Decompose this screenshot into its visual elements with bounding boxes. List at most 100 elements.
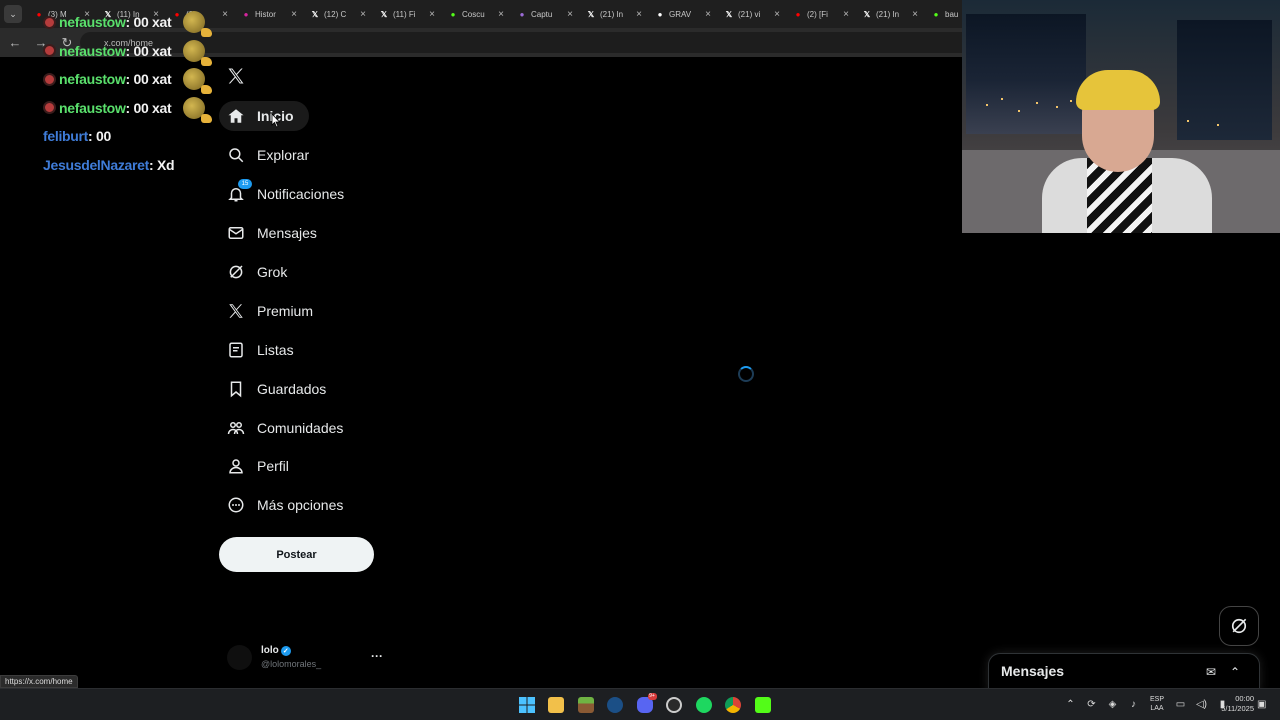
browser-tab[interactable]: 𝕏 (12) C × bbox=[306, 3, 375, 25]
sidebar-item-listas[interactable]: Listas bbox=[219, 330, 379, 369]
x-icon bbox=[227, 302, 245, 320]
close-tab-icon[interactable]: × bbox=[840, 9, 852, 20]
sidebar-item-label: Mensajes bbox=[257, 225, 317, 242]
browser-tab[interactable]: 𝕏 (21) vi × bbox=[720, 3, 789, 25]
obs-icon bbox=[666, 697, 683, 713]
home-icon bbox=[227, 107, 245, 125]
browser-tab-label: Coscu bbox=[462, 9, 485, 19]
sidebar-item-label: Guardados bbox=[257, 380, 327, 397]
chevron-up-icon[interactable]: ⌃ bbox=[1060, 699, 1081, 710]
chat-username: JesusdelNazaret bbox=[43, 156, 150, 173]
messages-drawer[interactable]: Mensajes ✉ ⌃ bbox=[988, 653, 1260, 693]
browser-tab[interactable]: ● GRAV × bbox=[651, 3, 720, 25]
stream-chat-overlay: nefaustow: 00 xat nefaustow: 00 xat nefaus… bbox=[43, 8, 243, 179]
spotify-icon bbox=[695, 697, 712, 713]
browser-tab-label: (21) In bbox=[876, 9, 900, 19]
tab-search-button[interactable]: ⌄ bbox=[4, 5, 22, 23]
x-logo-icon[interactable] bbox=[226, 66, 246, 86]
browser-tab[interactable]: ● Coscu × bbox=[444, 3, 513, 25]
close-tab-icon[interactable]: × bbox=[771, 9, 783, 20]
chat-username: nefaustow bbox=[59, 42, 126, 59]
sidebar-item-label: Más opciones bbox=[257, 497, 344, 514]
sidebar-item-label: Comunidades bbox=[257, 419, 344, 436]
mail-icon bbox=[227, 224, 245, 242]
close-tab-icon[interactable]: × bbox=[288, 9, 300, 20]
file-explorer-button[interactable] bbox=[542, 693, 572, 717]
sidebar-item-mensajes[interactable]: Mensajes bbox=[219, 214, 379, 253]
sidebar-item-grok[interactable]: Grok bbox=[219, 253, 379, 292]
spotify-button[interactable] bbox=[689, 693, 719, 717]
more-icon[interactable]: ··· bbox=[371, 649, 383, 663]
network-icon[interactable]: ▭ bbox=[1170, 699, 1191, 710]
bell-icon: 15 bbox=[227, 179, 252, 203]
grass-block-icon bbox=[577, 697, 594, 713]
language-indicator[interactable]: ESP LAA bbox=[1144, 695, 1170, 713]
back-button[interactable]: ← bbox=[4, 32, 26, 54]
x-icon: 𝕏 bbox=[311, 9, 319, 19]
sidebar-item-inicio[interactable]: Inicio bbox=[219, 97, 379, 136]
browser-tab[interactable]: 𝕏 (21) In × bbox=[858, 3, 927, 25]
grok-button[interactable] bbox=[1219, 606, 1259, 646]
sidebar-item-label: Grok bbox=[257, 264, 288, 280]
expand-up-icon[interactable]: ⌃ bbox=[1227, 664, 1243, 680]
notification-center-icon[interactable]: ▣ bbox=[1257, 699, 1266, 710]
close-tab-icon[interactable]: × bbox=[702, 9, 714, 20]
close-tab-icon[interactable]: × bbox=[495, 9, 507, 20]
close-tab-icon[interactable]: × bbox=[909, 9, 921, 20]
browser-tab[interactable]: 𝕏 (21) In × bbox=[582, 3, 651, 25]
sidebar-nav: Inicio Explorar 15 Notificaciones Mensajes Gr… bbox=[219, 97, 379, 525]
browser-tab-label: (21) In bbox=[600, 9, 624, 19]
account-switcher[interactable]: lolo ✓ @lolomorales_ ··· bbox=[225, 643, 385, 673]
microphone-icon[interactable]: ♪ bbox=[1123, 699, 1144, 710]
language-code: ESP bbox=[1149, 696, 1164, 703]
grok-icon bbox=[227, 263, 245, 281]
x-icon: 𝕏 bbox=[863, 9, 871, 19]
kick-icon: ● bbox=[933, 9, 939, 19]
chat-message: nefaustow: 00 xat bbox=[43, 94, 243, 123]
messages-drawer-title: Mensajes bbox=[1001, 663, 1065, 679]
browser-tab[interactable]: ● Captu × bbox=[513, 3, 582, 25]
browser-tab[interactable]: 𝕏 (11) Fi × bbox=[375, 3, 444, 25]
shield-icon[interactable]: ◈ bbox=[1102, 699, 1123, 710]
browser-tab[interactable]: ● Histor × bbox=[237, 3, 306, 25]
close-tab-icon[interactable]: × bbox=[633, 9, 645, 20]
sidebar-item-perfil[interactable]: Perfil bbox=[219, 447, 379, 486]
tiktok-icon: ● bbox=[657, 9, 663, 19]
chat-username: nefaustow bbox=[59, 14, 126, 31]
grok-icon bbox=[1231, 618, 1247, 634]
screen: { "browser": { "tabs": [ {"label": "(3) … bbox=[0, 0, 1280, 720]
steam-button[interactable] bbox=[601, 693, 631, 717]
sidebar-item-label: Perfil bbox=[257, 458, 289, 475]
sidebar-item-label: Explorar bbox=[257, 147, 310, 164]
clock[interactable]: 00:00 5/11/2025 bbox=[1208, 694, 1254, 714]
post-button[interactable]: Postear bbox=[219, 537, 374, 572]
sidebar-item-premium[interactable]: Premium bbox=[219, 291, 379, 330]
browser-tab-label: (12) C bbox=[324, 9, 347, 19]
browser-tab[interactable]: ● (2) [Fi × bbox=[789, 3, 858, 25]
sidebar-item-guardados[interactable]: Guardados bbox=[219, 369, 379, 408]
chat-username: nefaustow bbox=[59, 99, 126, 116]
chat-username: feliburt bbox=[43, 128, 89, 145]
browser-tab-label: GRAV bbox=[669, 9, 692, 19]
new-message-icon[interactable]: ✉ bbox=[1203, 664, 1219, 680]
sync-icon[interactable]: ⟳ bbox=[1081, 699, 1102, 710]
sidebar-item-explorar[interactable]: Explorar bbox=[219, 136, 379, 175]
subscriber-badge-icon bbox=[43, 44, 56, 58]
browser-tab-label: Histor bbox=[255, 9, 276, 19]
subscriber-badge-icon bbox=[43, 72, 56, 86]
minecraft-button[interactable] bbox=[571, 693, 601, 717]
browser-tab-label: (11) Fi bbox=[393, 9, 416, 19]
obs-button[interactable] bbox=[660, 693, 690, 717]
discord-button[interactable]: 9+ bbox=[630, 693, 660, 717]
folder-icon bbox=[548, 697, 565, 713]
close-tab-icon[interactable]: × bbox=[357, 9, 369, 20]
close-tab-icon[interactable]: × bbox=[564, 9, 576, 20]
sidebar-item-m-s-opciones[interactable]: Más opciones bbox=[219, 486, 379, 525]
chrome-button[interactable] bbox=[719, 693, 749, 717]
start-button[interactable] bbox=[512, 693, 542, 717]
sidebar-item-notificaciones[interactable]: 15 Notificaciones bbox=[219, 175, 379, 214]
kick-button[interactable] bbox=[748, 693, 778, 717]
taskbar-apps: 9+ bbox=[512, 693, 778, 717]
close-tab-icon[interactable]: × bbox=[426, 9, 438, 20]
sidebar-item-comunidades[interactable]: Comunidades bbox=[219, 408, 379, 447]
